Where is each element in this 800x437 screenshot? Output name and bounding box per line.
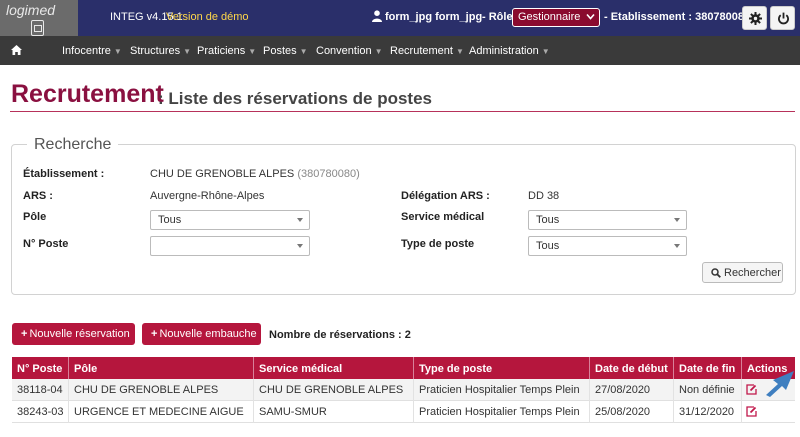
cell-pole: CHU DE GRENOBLE ALPES [69, 379, 254, 401]
demo-label: Version de démo [166, 11, 249, 23]
chevron-down-icon [586, 13, 595, 20]
nav-item-administration[interactable]: Administration ▼ [469, 45, 550, 57]
nav-item-structures[interactable]: Structures ▼ [130, 45, 191, 57]
top-bar: INTEG v4.15.1 Version de démo form_jpg f… [0, 0, 800, 36]
logout-button[interactable] [770, 6, 795, 30]
pole-select[interactable]: Tous [150, 210, 310, 230]
nav-item-postes[interactable]: Postes ▼ [263, 45, 308, 57]
table-row: 38118-04 CHU DE GRENOBLE ALPES CHU DE GR… [12, 379, 795, 401]
column-header[interactable]: Type de poste [414, 357, 590, 379]
cell-start-date: 25/08/2020 [590, 401, 674, 423]
edit-icon[interactable] [746, 384, 757, 395]
cell-pole: URGENCE ET MEDECINE AIGUE [69, 401, 254, 423]
ars-label: ARS : [23, 190, 53, 202]
search-icon [711, 268, 721, 278]
cell-service: CHU DE GRENOBLE ALPES [254, 379, 414, 401]
cell-type: Praticien Hospitalier Temps Plein [414, 379, 590, 401]
role-value: Gestionnaire [518, 11, 581, 23]
column-header[interactable]: Date de début [590, 357, 674, 379]
plus-icon: + [151, 328, 158, 340]
cell-type: Praticien Hospitalier Temps Plein [414, 401, 590, 423]
poste-label: N° Poste [23, 238, 69, 250]
column-header[interactable]: Service médical [254, 357, 414, 379]
chevron-down-icon [674, 244, 680, 248]
chevron-down-icon [297, 244, 303, 248]
pole-label: Pôle [23, 211, 47, 223]
role-select[interactable]: Gestionnaire [512, 8, 600, 27]
new-reservation-button[interactable]: + Nouvelle réservation [12, 323, 135, 345]
service-select[interactable]: Tous [528, 210, 687, 230]
page-subtitle: : Liste des réservations de postes [158, 89, 432, 108]
service-label: Service médical [401, 211, 485, 223]
column-header[interactable]: Pôle [69, 357, 254, 379]
home-icon[interactable] [11, 45, 22, 55]
ars-value: Auvergne-Rhône-Alpes [150, 190, 265, 202]
cell-end-date: 31/12/2020 [674, 401, 742, 423]
delegation-value: DD 38 [528, 190, 560, 202]
etablissement-label: - Etablissement : 380780080 [604, 11, 751, 23]
poste-select[interactable] [150, 236, 310, 256]
logo-text: logimed [6, 2, 56, 18]
chevron-down-icon [297, 218, 303, 222]
page-title: Recrutement [11, 80, 164, 108]
nav-item-infocentre[interactable]: Infocentre ▼ [62, 45, 122, 57]
etablissement-label: Établissement : [23, 168, 105, 180]
new-hire-button[interactable]: + Nouvelle embauche [142, 323, 261, 345]
pointer-arrow-icon [766, 371, 794, 397]
gear-icon [749, 12, 762, 25]
main-navbar: Infocentre ▼ Structures ▼ Praticiens ▼ Post… [0, 36, 800, 65]
table-row: 38243-03 URGENCE ET MEDECINE AIGUE SAMU-… [12, 401, 795, 423]
column-header[interactable]: Date de fin [674, 357, 742, 379]
cell-start-date: 27/08/2020 [590, 379, 674, 401]
power-icon [778, 12, 789, 25]
cell-poste: 38118-04 [12, 379, 69, 401]
user-name[interactable]: form_jpg form_jpg [385, 11, 482, 23]
etablissement-value: CHU DE GRENOBLE ALPES (380780080) [150, 168, 360, 180]
plus-icon: + [21, 328, 28, 340]
type-label: Type de poste [401, 238, 475, 250]
reservation-count: Nombre de réservations : 2 [269, 329, 411, 341]
title-divider [10, 111, 795, 112]
nav-item-convention[interactable]: Convention ▼ [316, 45, 383, 57]
nav-item-recrutement[interactable]: Recrutement ▼ [390, 45, 464, 57]
user-icon [372, 10, 382, 22]
delegation-label: Délégation ARS : [401, 190, 490, 202]
table-header: N° Poste Pôle Service médical Type de po… [12, 357, 795, 379]
search-button[interactable]: Rechercher [702, 262, 783, 283]
cell-service: SAMU-SMUR [254, 401, 414, 423]
cell-poste: 38243-03 [12, 401, 69, 423]
logo-emblem-icon [31, 20, 44, 36]
edit-icon[interactable] [746, 406, 757, 417]
nav-item-praticiens[interactable]: Praticiens ▼ [197, 45, 256, 57]
settings-button[interactable] [742, 6, 767, 30]
cell-end-date: Non définie [674, 379, 742, 401]
column-header[interactable]: N° Poste [12, 357, 69, 379]
type-select[interactable]: Tous [528, 236, 687, 256]
chevron-down-icon [674, 218, 680, 222]
search-legend: Recherche [27, 136, 119, 154]
